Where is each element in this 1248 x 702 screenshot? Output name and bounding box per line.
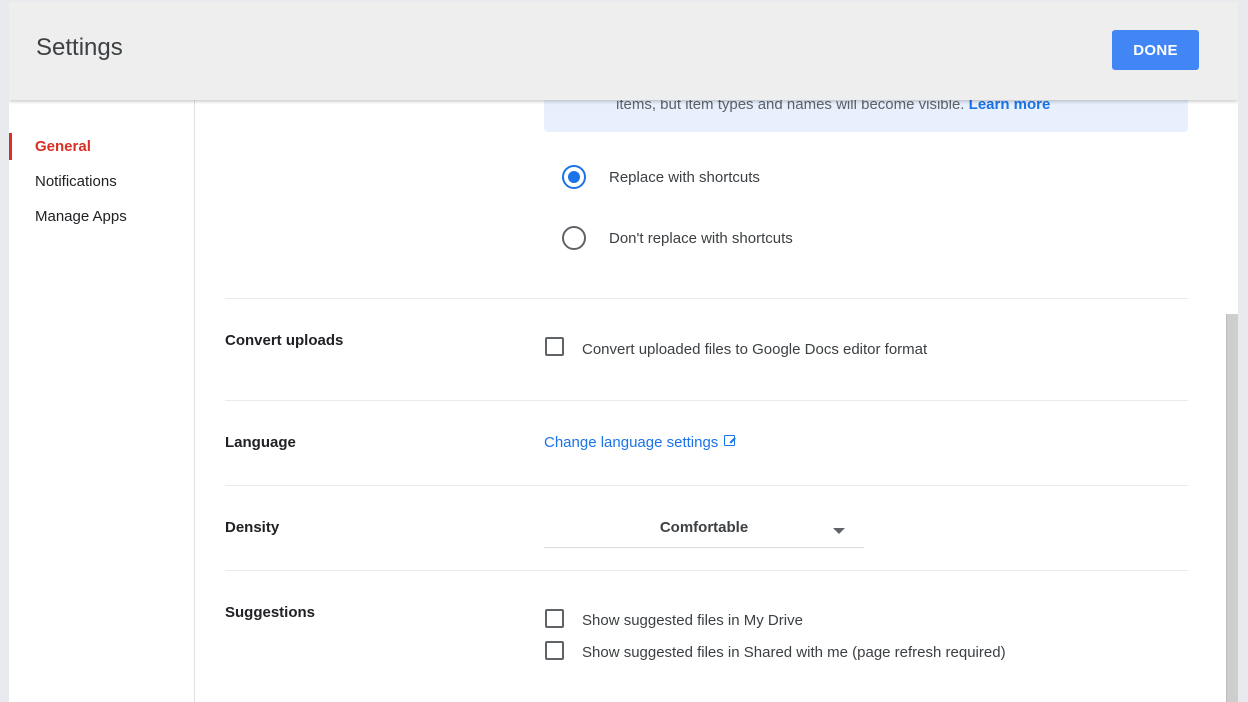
suggest-shared-label: Show suggested files in Shared with me (… — [582, 644, 1006, 661]
settings-header: Settings DONE — [9, 2, 1238, 100]
page-title: Settings — [36, 34, 123, 61]
divider — [225, 570, 1188, 571]
radio-replace-shortcuts[interactable] — [562, 165, 586, 189]
divider — [225, 485, 1188, 486]
suggest-my-drive-label: Show suggested files in My Drive — [582, 612, 803, 629]
convert-uploads-checkbox[interactable] — [545, 337, 564, 356]
convert-uploads-checkbox-label: Convert uploaded files to Google Docs ed… — [582, 341, 928, 358]
radio-label-replace: Replace with shortcuts — [609, 169, 760, 186]
language-label: Language — [225, 434, 296, 451]
sidebar-item-general[interactable]: General — [35, 138, 91, 155]
open-in-new-icon — [724, 435, 736, 446]
done-button[interactable]: DONE — [1112, 30, 1199, 70]
settings-dialog: Settings DONE General Notifications Mana… — [9, 2, 1238, 702]
suggest-my-drive-checkbox[interactable] — [545, 609, 564, 628]
density-label: Density — [225, 519, 280, 536]
sidebar-item-manage-apps[interactable]: Manage Apps — [35, 208, 127, 225]
scrollbar-thumb[interactable] — [1226, 314, 1238, 702]
suggest-shared-checkbox[interactable] — [545, 641, 564, 660]
convert-uploads-label: Convert uploads — [225, 332, 344, 349]
settings-content: items, but item types and names will bec… — [196, 80, 1226, 702]
radio-label-dont-replace: Don't replace with shortcuts — [609, 230, 793, 247]
settings-sidebar: General Notifications Manage Apps — [9, 100, 195, 702]
change-language-link[interactable]: Change language settings — [544, 434, 736, 451]
dropdown-caret-icon — [833, 528, 845, 534]
suggestions-label: Suggestions — [225, 604, 316, 621]
active-nav-indicator — [9, 133, 12, 160]
density-select[interactable]: Comfortable — [544, 510, 864, 548]
sidebar-item-notifications[interactable]: Notifications — [35, 173, 117, 190]
radio-dont-replace-shortcuts[interactable] — [562, 226, 586, 250]
divider — [225, 400, 1188, 401]
change-language-link-text[interactable]: Change language settings — [544, 434, 718, 451]
divider — [225, 298, 1188, 299]
density-selected-value: Comfortable — [659, 519, 749, 536]
